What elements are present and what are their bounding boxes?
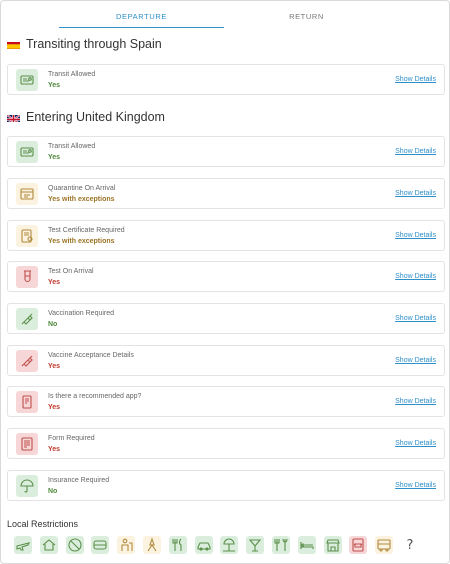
requirement-value: Yes [48, 446, 61, 453]
requirement-card: Test On Arrival Yes Show Details [7, 261, 445, 292]
transit-heading-text: Transiting through Spain [26, 37, 162, 51]
tab-return[interactable]: RETURN [224, 1, 389, 28]
requirement-label: Vaccination Required [48, 310, 115, 317]
requirement-value: Yes with exceptions [48, 238, 115, 245]
umbrella-icon [16, 475, 38, 497]
requirement-label: Transit Allowed [48, 71, 96, 78]
no-gathering-icon[interactable] [65, 536, 84, 554]
requirement-label: Quarantine On Arrival [48, 185, 116, 192]
requirement-label: Vaccine Acceptance Details [48, 352, 134, 359]
requirement-value: Yes [48, 404, 61, 411]
entry-heading: Entering United Kingdom [7, 110, 165, 124]
show-details-link[interactable]: Show Details [395, 440, 436, 447]
requirement-value: No [48, 321, 58, 328]
requirement-label: Form Required [48, 435, 95, 442]
test-tube-icon [16, 266, 38, 288]
requirement-card: Form Required Yes Show Details [7, 428, 445, 459]
show-details-link[interactable]: Show Details [395, 273, 436, 280]
uk-flag-icon [7, 113, 20, 122]
domestic-flight-icon[interactable] [14, 536, 32, 554]
requirement-value: Yes [48, 363, 61, 370]
beach-icon[interactable] [220, 536, 239, 554]
requirement-card: Transit Allowed Yes Show Details [7, 136, 445, 167]
requirement-card: Is there a recommended app? Yes Show Detai… [7, 386, 445, 417]
passport-icon [16, 69, 38, 91]
syringe-icon [16, 308, 38, 330]
restaurant-icon[interactable] [168, 536, 187, 554]
show-details-link[interactable]: Show Details [395, 76, 436, 83]
syringe-icon [16, 350, 38, 372]
passport-icon [16, 141, 38, 163]
requirement-value: Yes [48, 279, 61, 286]
requirement-card: Quarantine On Arrival Yes with exceptions… [7, 178, 445, 209]
requirement-label: Test On Arrival [48, 268, 94, 275]
hotel-icon[interactable] [297, 536, 316, 554]
requirement-card: Test Certificate Required Yes with except… [7, 220, 445, 251]
requirement-value: Yes with exceptions [48, 196, 115, 203]
show-details-link[interactable]: Show Details [395, 398, 436, 405]
shop-icon[interactable] [323, 536, 342, 554]
spain-flag-icon [7, 40, 20, 49]
public-transport-icon[interactable] [91, 536, 110, 554]
requirement-value: Yes [48, 154, 61, 161]
tab-bar: DEPARTURE RETURN [59, 1, 389, 28]
form-icon [16, 433, 38, 455]
local-restrictions-title: Local Restrictions [7, 519, 79, 529]
bar-icon[interactable] [246, 536, 265, 554]
requirement-label: Is there a recommended app? [48, 393, 142, 400]
restrictions-panel: DEPARTURE RETURN Transiting through Spai… [0, 0, 450, 564]
unknown-icon[interactable]: ? [401, 536, 419, 554]
show-details-link[interactable]: Show Details [395, 315, 436, 322]
show-details-link[interactable]: Show Details [395, 232, 436, 239]
transit-heading: Transiting through Spain [7, 37, 162, 51]
workplace-icon[interactable] [117, 536, 136, 554]
requirement-label: Insurance Required [48, 477, 110, 484]
local-restrictions-icons: ? [14, 536, 427, 554]
requirement-card: Vaccine Acceptance Details Yes Show Detail… [7, 345, 445, 376]
tab-departure[interactable]: DEPARTURE [59, 1, 224, 28]
show-details-link[interactable]: Show Details [395, 357, 436, 364]
requirement-value: No [48, 488, 58, 495]
show-details-link[interactable]: Show Details [395, 190, 436, 197]
tourism-icon[interactable] [142, 536, 161, 554]
car-icon[interactable] [194, 536, 213, 554]
school-bus-icon[interactable] [375, 536, 394, 554]
dining-icon[interactable] [271, 536, 290, 554]
quarantine-icon [16, 183, 38, 205]
show-details-link[interactable]: Show Details [395, 148, 436, 155]
requirement-value: Yes [48, 82, 61, 89]
entry-heading-text: Entering United Kingdom [26, 110, 165, 124]
phone-app-icon [16, 391, 38, 413]
requirement-label: Transit Allowed [48, 143, 96, 150]
requirement-card: Insurance Required No Show Details [7, 470, 445, 501]
home-icon[interactable] [39, 536, 58, 554]
mask-document-icon[interactable] [349, 536, 368, 554]
certificate-icon [16, 225, 38, 247]
requirement-card: Vaccination Required No Show Details [7, 303, 445, 334]
requirement-card: Transit Allowed Yes Show Details [7, 64, 445, 95]
requirement-label: Test Certificate Required [48, 227, 125, 234]
show-details-link[interactable]: Show Details [395, 482, 436, 489]
